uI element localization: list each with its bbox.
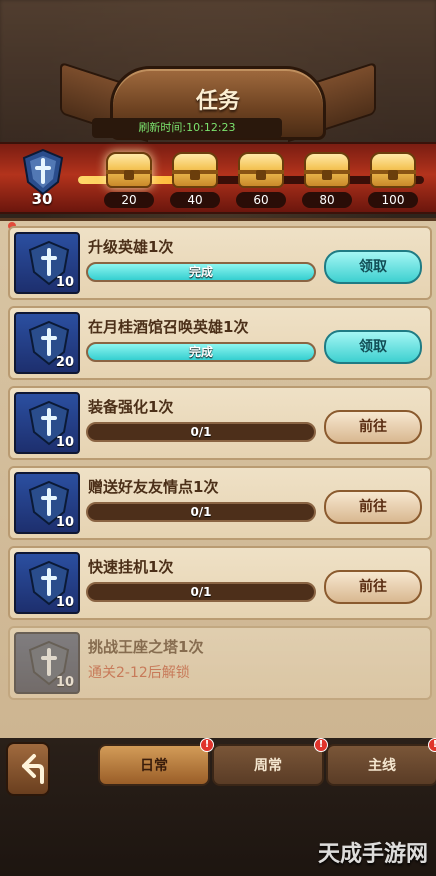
chest-label: 100	[368, 192, 418, 208]
shield-sword-icon: 10	[14, 472, 80, 534]
shield-sword-icon: 10	[14, 632, 80, 694]
watermark: 天成手游网	[317, 842, 428, 867]
chest-label: 80	[302, 192, 352, 208]
mission-name: 在月桂酒馆召唤英雄1次	[88, 318, 249, 336]
progress-current: 30	[31, 190, 53, 208]
back-arrow-icon	[22, 754, 44, 784]
tab-main[interactable]: 主线 !	[326, 738, 436, 786]
claim-button[interactable]: 领取	[324, 250, 422, 284]
mission-row: 10 升级英雄1次 完成 领取	[8, 226, 432, 300]
go-button[interactable]: 前往	[324, 410, 422, 444]
shield-sword-icon: 10	[14, 392, 80, 454]
shield-sword-icon: 20	[14, 312, 80, 374]
chest-label: 40	[170, 192, 220, 208]
chest-80[interactable]: 80	[302, 150, 352, 212]
chest-100[interactable]: 100	[368, 150, 418, 212]
mission-name: 挑战王座之塔1次	[88, 638, 204, 656]
mission-level: 20	[55, 355, 74, 370]
mission-row: 10 快速挂机1次 0/1 前往	[8, 546, 432, 620]
lock-icon	[190, 170, 200, 180]
shield-sword-icon: 10	[14, 552, 80, 614]
tab-daily[interactable]: 日常 !	[98, 738, 214, 786]
unlock-requirement: 通关2-12后解锁	[88, 665, 190, 681]
lock-icon	[256, 170, 266, 180]
lock-icon	[322, 170, 332, 180]
mission-row-locked: 10 挑战王座之塔1次 通关2-12后解锁	[8, 626, 432, 700]
shield-sword-icon: 10	[14, 232, 80, 294]
mission-progress-bar: 完成	[86, 342, 316, 362]
mission-progress-bar: 0/1	[86, 422, 316, 442]
shield-icon	[20, 148, 66, 196]
refresh-time: 刷新时间:10:12:23	[92, 118, 282, 138]
mission-name: 升级英雄1次	[88, 238, 174, 256]
chest-label: 60	[236, 192, 286, 208]
chest-20[interactable]: 20	[104, 150, 154, 212]
mission-level: 10	[55, 435, 74, 450]
tab-label: 主线	[368, 758, 396, 774]
claim-button[interactable]: 领取	[324, 330, 422, 364]
chest-label: 20	[104, 192, 154, 208]
mission-name: 装备强化1次	[88, 398, 174, 416]
mission-row: 10 赠送好友友情点1次 0/1 前往	[8, 466, 432, 540]
chest-60[interactable]: 60	[236, 150, 286, 212]
mission-progress-bar: 0/1	[86, 502, 316, 522]
mission-level: 10	[55, 675, 74, 690]
mission-progress-text: 完成	[188, 345, 213, 359]
back-button[interactable]	[6, 742, 50, 796]
mission-level: 10	[55, 275, 74, 290]
chest-40[interactable]: 40	[170, 150, 220, 212]
mission-progress-text: 0/1	[190, 505, 212, 519]
mission-level: 10	[55, 595, 74, 610]
mission-progress-text: 0/1	[190, 585, 212, 599]
mission-row: 20 在月桂酒馆召唤英雄1次 完成 领取	[8, 306, 432, 380]
tab-label: 日常	[140, 758, 168, 774]
page-title: 任务	[195, 89, 240, 114]
mission-level: 10	[55, 515, 74, 530]
mission-progress-text: 完成	[188, 265, 213, 279]
mission-progress-text: 0/1	[190, 425, 212, 439]
tab-label: 周常	[254, 758, 282, 774]
mission-row: 10 装备强化1次 0/1 前往	[8, 386, 432, 460]
lock-icon	[124, 170, 134, 180]
go-button[interactable]: 前往	[324, 490, 422, 524]
mission-progress-bar: 完成	[86, 262, 316, 282]
mission-name: 赠送好友友情点1次	[88, 478, 219, 496]
alert-badge: !	[428, 738, 436, 752]
mission-name: 快速挂机1次	[88, 558, 174, 576]
tab-weekly[interactable]: 周常 !	[212, 738, 328, 786]
mission-progress-bar: 0/1	[86, 582, 316, 602]
go-button[interactable]: 前往	[324, 570, 422, 604]
lock-icon	[388, 170, 398, 180]
